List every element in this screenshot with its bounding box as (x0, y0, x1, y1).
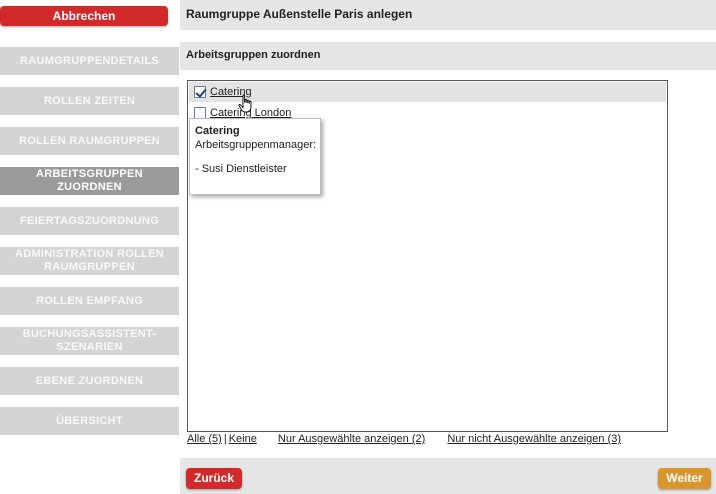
catering-checkbox[interactable] (194, 86, 206, 98)
sidebar-item-arbeitsgruppen-zuordnen[interactable]: ARBEITSGRUPPEN ZUORDNEN (0, 167, 179, 195)
tooltip-role-label: Arbeitsgruppenmanager: (195, 139, 317, 151)
sidebar: Abbrechen RAUMGRUPPENDETAILS ROLLEN ZEIT… (0, 0, 180, 494)
sidebar-item-rollen-empfang[interactable]: ROLLEN EMPFANG (0, 287, 179, 315)
tooltip-title: Catering (195, 125, 240, 137)
list-filter-links: Alle (5) | Keine Nur Ausgewählte anzeigen … (187, 433, 621, 445)
sidebar-item-ebene-zuordnen[interactable]: EBENE ZUORDNEN (0, 367, 179, 395)
header-bar: Raumgruppe Außenstelle Paris anlegen (180, 0, 716, 30)
sidebar-item-uebersicht[interactable]: ÜBERSICHT (0, 407, 179, 435)
select-none-link[interactable]: Keine (229, 433, 257, 445)
sidebar-item-rollen-zeiten[interactable]: ROLLEN ZEITEN (0, 87, 179, 115)
cancel-button[interactable]: Abbrechen (0, 6, 168, 26)
show-selected-link[interactable]: Nur Ausgewählte anzeigen (2) (278, 433, 425, 445)
hand-cursor-icon (238, 94, 252, 113)
section-bar: Arbeitsgruppen zuordnen (180, 42, 716, 70)
sidebar-item-rollen-raumgruppen[interactable]: ROLLEN RAUMGRUPPEN (0, 127, 179, 155)
list-item[interactable]: Catering (189, 82, 666, 102)
back-button[interactable]: Zurück (186, 468, 242, 489)
select-all-link[interactable]: Alle (5) (187, 433, 222, 445)
tooltip-member: - Susi Dienstleister (195, 163, 287, 175)
workgroup-tooltip: Catering Arbeitsgruppenmanager: - Susi D… (189, 118, 321, 195)
footer-bar: Zurück Weiter (180, 458, 716, 494)
link-separator: | (223, 433, 227, 445)
next-button[interactable]: Weiter (658, 468, 711, 489)
sidebar-item-buchungsassistent-szenarien[interactable]: BUCHUNGSASSISTENT-SZENARIEN (0, 327, 179, 355)
section-title: Arbeitsgruppen zuordnen (186, 49, 321, 61)
sidebar-item-administration-rollen-raumgruppen[interactable]: ADMINISTRATION ROLLEN RAUMGRUPPEN (0, 247, 179, 275)
sidebar-item-raumgruppendetails[interactable]: RAUMGRUPPENDETAILS (0, 47, 179, 75)
page-title: Raumgruppe Außenstelle Paris anlegen (186, 7, 413, 21)
sidebar-item-feiertagszuordnung[interactable]: FEIERTAGSZUORDNUNG (0, 207, 179, 235)
show-unselected-link[interactable]: Nur nicht Ausgewählte anzeigen (3) (447, 433, 621, 445)
